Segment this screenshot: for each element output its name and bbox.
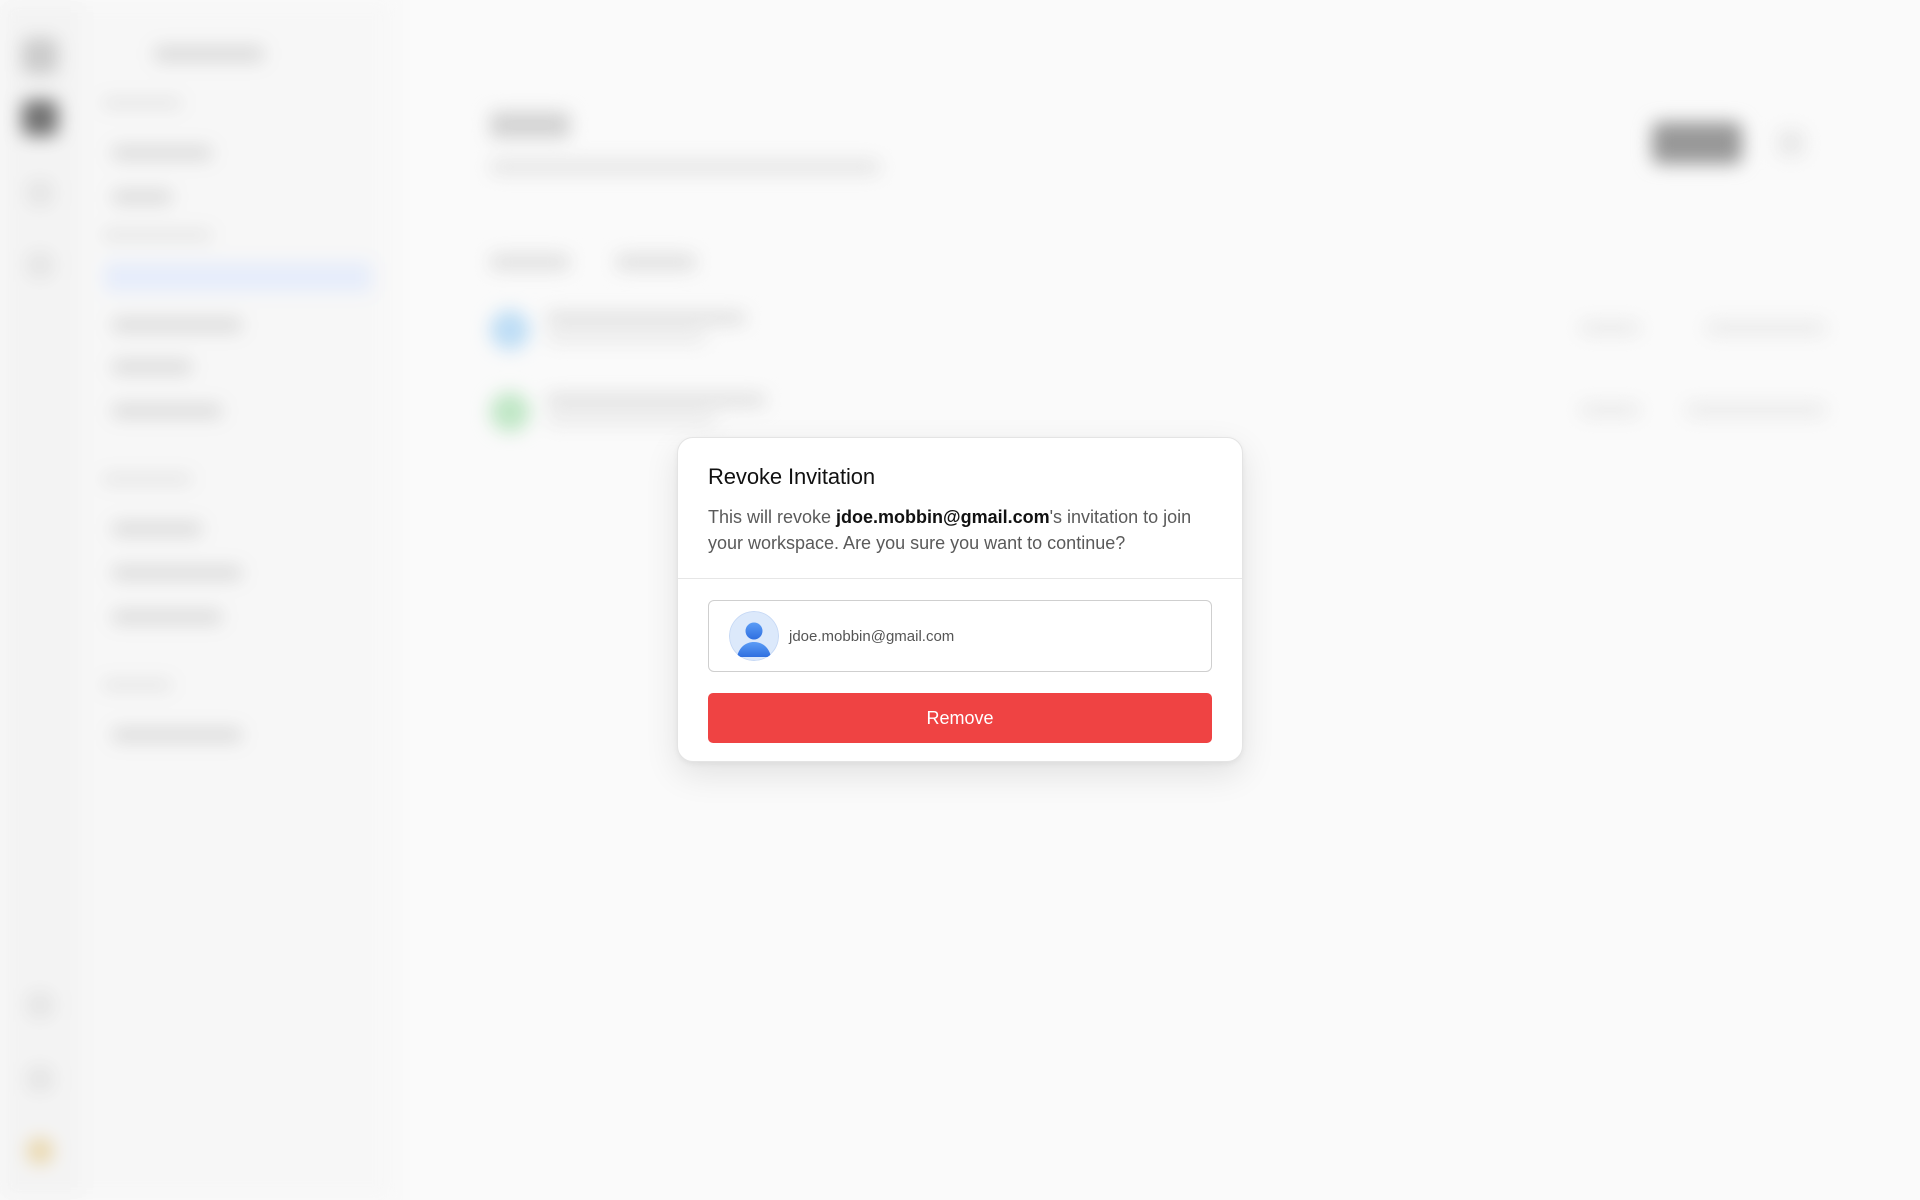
dialog-title: Revoke Invitation: [708, 464, 876, 489]
invitee-email: jdoe.mobbin@gmail.com: [789, 627, 955, 645]
person-avatar-icon: [729, 611, 779, 661]
description-email: jdoe.mobbin@gmail.com: [836, 507, 1050, 527]
remove-button[interactable]: Remove: [708, 693, 1212, 743]
description-prefix: This will revoke: [708, 507, 837, 527]
invitee-card: jdoe.mobbin@gmail.com: [708, 600, 1212, 672]
dialog-description: This will revoke jdoe.mobbin@gmail.com's…: [708, 504, 1212, 556]
revoke-invitation-dialog: Revoke Invitation This will revoke jdoe.…: [677, 437, 1243, 762]
dialog-header: Revoke Invitation This will revoke jdoe.…: [678, 438, 1242, 579]
app-window: Revoke Invitation This will revoke jdoe.…: [0, 0, 1920, 1200]
dialog-body: jdoe.mobbin@gmail.com Remove: [678, 579, 1242, 743]
